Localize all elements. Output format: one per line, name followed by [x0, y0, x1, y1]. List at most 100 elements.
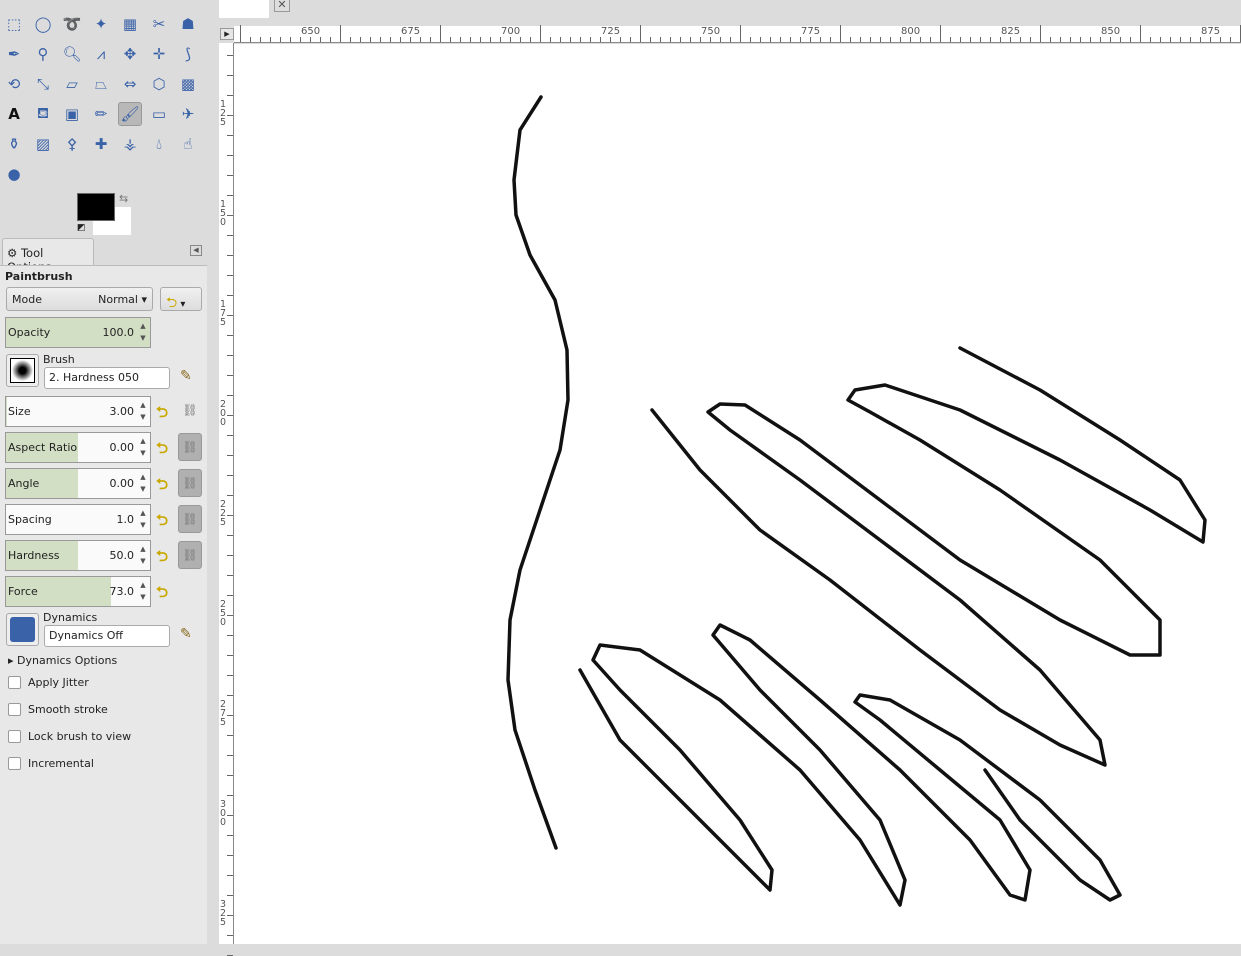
- vertical-ruler[interactable]: 125 150 175 200 225 250 275 300 325: [219, 43, 234, 956]
- spin-arrows[interactable]: ▲ ▼: [137, 543, 149, 567]
- dynamics-options-expander[interactable]: ▸ Dynamics Options: [8, 654, 117, 667]
- airbrush-tool-icon[interactable]: ✈: [176, 102, 200, 126]
- foreground-color-swatch[interactable]: [77, 193, 115, 221]
- blend-tool-icon[interactable]: ▣: [60, 102, 84, 126]
- crop-tool-icon[interactable]: ⟆: [176, 42, 200, 66]
- rect-select-tool-icon[interactable]: ⬚: [2, 12, 26, 36]
- opacity-slider[interactable]: Opacity 100.0 ▲ ▼: [5, 317, 151, 348]
- slider-angle[interactable]: Angle 0.00 ▲ ▼: [5, 468, 151, 499]
- default-colors-icon[interactable]: ◩: [77, 223, 87, 233]
- checkbox-row[interactable]: Apply Jitter: [8, 676, 89, 689]
- ruler-label: 800: [901, 26, 921, 37]
- reset-to-default-icon[interactable]: ⮌: [156, 546, 174, 565]
- checkbox[interactable]: [8, 676, 21, 689]
- cage-transform-tool-icon[interactable]: ⬡: [147, 72, 171, 96]
- ruler-label: 650: [301, 26, 321, 37]
- clone-tool-icon[interactable]: ⚴: [60, 132, 84, 156]
- dynamics-preview[interactable]: [6, 613, 39, 646]
- reset-to-default-icon[interactable]: ⮌: [156, 438, 174, 457]
- slider-aspect-ratio[interactable]: Aspect Ratio 0.00 ▲ ▼: [5, 432, 151, 463]
- spin-arrows[interactable]: ▲ ▼: [137, 507, 149, 531]
- slider-spacing[interactable]: Spacing 1.0 ▲ ▼: [5, 504, 151, 535]
- link-chain-icon[interactable]: ⛓: [178, 397, 202, 425]
- color-picker-tool-icon[interactable]: ⚲: [31, 42, 55, 66]
- paintbrush-tool-icon[interactable]: 🖌︎: [118, 102, 142, 126]
- spin-arrows[interactable]: ▲ ▼: [137, 399, 149, 423]
- smudge-tool-icon[interactable]: ☝: [176, 132, 200, 156]
- slider-value: 50.0: [109, 549, 135, 562]
- mode-reset-dropdown[interactable]: ⮌ ▾: [160, 287, 202, 311]
- checkbox-row[interactable]: Smooth stroke: [8, 703, 108, 716]
- scale-tool-icon[interactable]: ⤡: [31, 72, 55, 96]
- checkbox[interactable]: [8, 757, 21, 770]
- dodge-burn-tool-icon[interactable]: ●: [2, 162, 26, 186]
- edit-brush-icon[interactable]: ✎: [180, 368, 192, 384]
- scissors-select-tool-icon[interactable]: ✂: [147, 12, 171, 36]
- reset-to-default-icon[interactable]: ⮌: [156, 474, 174, 493]
- checkbox-row[interactable]: Incremental: [8, 757, 94, 770]
- ruler-label: 150: [220, 199, 227, 228]
- heal-tool-icon[interactable]: ✚: [89, 132, 113, 156]
- eraser-tool-icon[interactable]: ▭: [147, 102, 171, 126]
- link-chain-icon[interactable]: ⛓: [178, 541, 202, 569]
- mode-select[interactable]: Mode Normal ▾: [6, 287, 153, 311]
- reset-to-default-icon[interactable]: ⮌: [156, 510, 174, 529]
- checkbox[interactable]: [8, 703, 21, 716]
- zoom-tool-icon[interactable]: 🔍︎: [60, 42, 84, 66]
- paths-tool-icon[interactable]: ✒: [2, 42, 26, 66]
- swap-colors-icon[interactable]: ⇆: [119, 192, 128, 205]
- link-chain-icon[interactable]: ⛓: [178, 469, 202, 497]
- slider-hardness[interactable]: Hardness 50.0 ▲ ▼: [5, 540, 151, 571]
- horizontal-ruler[interactable]: 650 675 700 725 750 775 800 825 850 875: [234, 25, 1241, 43]
- rotate-tool-icon[interactable]: ⟲: [2, 72, 26, 96]
- foreground-select-tool-icon[interactable]: ☗: [176, 12, 200, 36]
- text-tool-icon[interactable]: A: [2, 102, 26, 126]
- reset-to-default-icon[interactable]: ⮌: [156, 402, 174, 421]
- image-tab[interactable]: [219, 0, 269, 18]
- warp-tool-icon[interactable]: ▩: [176, 72, 200, 96]
- perspective-clone-tool-icon[interactable]: ⚶: [118, 132, 142, 156]
- checkbox[interactable]: [8, 730, 21, 743]
- close-tab-icon[interactable]: ✕: [274, 0, 290, 12]
- ruler-label: 775: [801, 26, 821, 37]
- ruler-label: 675: [401, 26, 421, 37]
- ruler-label: 325: [220, 899, 227, 928]
- dynamics-name-field[interactable]: Dynamics Off: [44, 625, 170, 647]
- brush-preview[interactable]: [6, 354, 39, 387]
- move-tool-icon[interactable]: ✥: [118, 42, 142, 66]
- dock-menu-button[interactable]: ◀: [190, 245, 202, 256]
- blur-sharpen-tool-icon[interactable]: 💧︎: [147, 132, 171, 156]
- link-chain-icon[interactable]: ⛓: [178, 433, 202, 461]
- free-select-tool-icon[interactable]: ➰: [60, 12, 84, 36]
- checkbox-row[interactable]: Lock brush to view: [8, 730, 131, 743]
- ruler-label: 725: [601, 26, 621, 37]
- image-canvas[interactable]: [234, 44, 1241, 944]
- shear-tool-icon[interactable]: ▱: [60, 72, 84, 96]
- edit-dynamics-icon[interactable]: ✎: [180, 626, 192, 642]
- brush-stroke: [506, 95, 570, 850]
- mypaint-brush-tool-icon[interactable]: ▨: [31, 132, 55, 156]
- spin-arrows[interactable]: ▲ ▼: [137, 471, 149, 495]
- bucket-fill-tool-icon[interactable]: ⛾: [31, 102, 55, 126]
- link-chain-icon[interactable]: ⛓: [178, 505, 202, 533]
- spin-arrows[interactable]: ▲ ▼: [137, 435, 149, 459]
- slider-label: Spacing: [8, 513, 52, 526]
- ink-tool-icon[interactable]: ⚱: [2, 132, 26, 156]
- dynamics-label: Dynamics: [43, 611, 98, 624]
- slider-size[interactable]: Size 3.00 ▲ ▼: [5, 396, 151, 427]
- ellipse-select-tool-icon[interactable]: ◯: [31, 12, 55, 36]
- flip-tool-icon[interactable]: ⇔: [118, 72, 142, 96]
- fuzzy-select-tool-icon[interactable]: ✦: [89, 12, 113, 36]
- slider-force[interactable]: Force 73.0 ▲ ▼: [5, 576, 151, 607]
- select-by-color-tool-icon[interactable]: ▦: [118, 12, 142, 36]
- spin-arrows[interactable]: ▲ ▼: [137, 320, 149, 344]
- spin-arrows[interactable]: ▲ ▼: [137, 579, 149, 603]
- pencil-tool-icon[interactable]: ✏: [89, 102, 113, 126]
- perspective-tool-icon[interactable]: ⏢: [89, 72, 113, 96]
- reset-to-default-icon[interactable]: ⮌: [156, 582, 174, 601]
- measure-tool-icon[interactable]: ⩘: [89, 42, 113, 66]
- quick-mask-toggle[interactable]: ▶: [220, 28, 234, 40]
- tab-tool-options[interactable]: ⚙ Tool Options: [2, 238, 94, 274]
- align-tool-icon[interactable]: ✛: [147, 42, 171, 66]
- brush-name-field[interactable]: 2. Hardness 050: [44, 367, 170, 389]
